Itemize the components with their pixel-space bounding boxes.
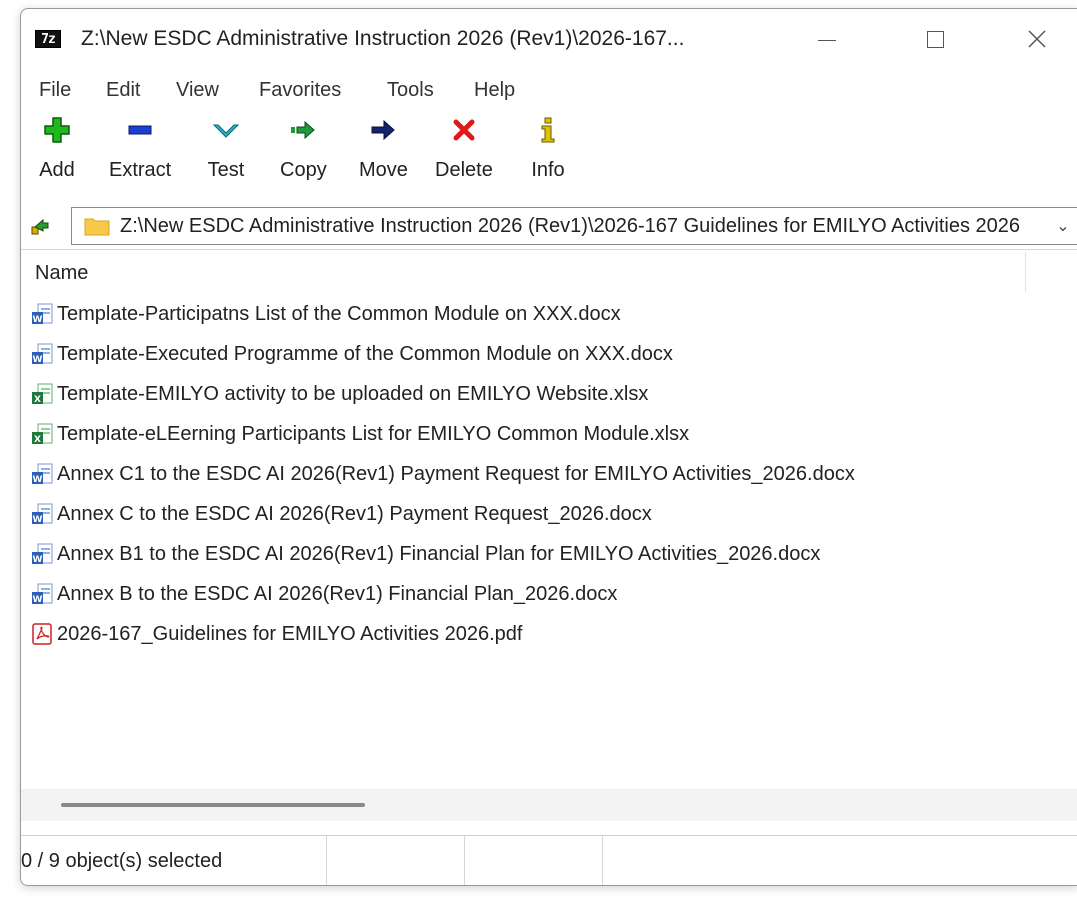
menu-help[interactable]: Help xyxy=(474,79,515,102)
path-text: Z:\New ESDC Administrative Instruction 2… xyxy=(120,214,1021,237)
menu-edit[interactable]: Edit xyxy=(106,79,140,102)
menu-favorites[interactable]: Favorites xyxy=(259,79,341,102)
file-name: Annex B to the ESDC AI 2026(Rev1) Financ… xyxy=(57,582,618,605)
horizontal-scrollbar[interactable] xyxy=(21,789,1077,821)
column-divider[interactable] xyxy=(1025,252,1026,292)
delete-label: Delete xyxy=(435,159,493,181)
file-name: Annex C to the ESDC AI 2026(Rev1) Paymen… xyxy=(57,502,652,525)
file-name: Template-eLEerning Participants List for… xyxy=(57,422,690,445)
delete-icon xyxy=(453,119,475,141)
file-name: Annex B1 to the ESDC AI 2026(Rev1) Finan… xyxy=(57,542,821,565)
delete-button[interactable]: Delete xyxy=(435,113,493,193)
selection-status: 0 / 9 object(s) selected xyxy=(21,850,223,872)
svg-text:W: W xyxy=(33,475,43,485)
toolbar: Add Extract Test Copy Move Delete Info xyxy=(21,113,1077,193)
svg-text:W: W xyxy=(33,355,43,365)
add-button[interactable]: Add xyxy=(37,113,77,193)
file-row[interactable]: W Template-Participatns List of the Commo… xyxy=(21,294,1077,334)
test-button[interactable]: Test xyxy=(206,113,246,193)
excel-file-icon: X xyxy=(31,383,53,405)
file-rows: W Template-Participatns List of the Commo… xyxy=(21,294,1077,654)
folder-up-icon[interactable] xyxy=(29,215,51,237)
minimize-icon xyxy=(818,39,836,41)
maximize-button[interactable] xyxy=(911,21,959,57)
status-cell-size xyxy=(326,836,465,885)
status-cell-selection: 0 / 9 object(s) selected xyxy=(21,836,327,885)
file-row[interactable]: W Annex C1 to the ESDC AI 2026(Rev1) Paym… xyxy=(21,454,1077,494)
svg-text:W: W xyxy=(33,555,43,565)
chevron-down-icon[interactable]: ⌄ xyxy=(1048,216,1077,236)
word-file-icon: W xyxy=(31,503,53,525)
maximize-icon xyxy=(926,30,944,48)
copy-icon xyxy=(291,120,316,140)
info-icon xyxy=(541,117,555,143)
word-file-icon: W xyxy=(31,463,53,485)
menu-file[interactable]: File xyxy=(39,79,71,102)
add-label: Add xyxy=(39,159,75,181)
add-icon xyxy=(44,117,70,143)
scrollbar-thumb[interactable] xyxy=(61,803,365,807)
7zip-app-icon: 7z xyxy=(35,30,61,48)
file-row[interactable]: W Annex B1 to the ESDC AI 2026(Rev1) Fina… xyxy=(21,534,1077,574)
word-file-icon: W xyxy=(31,543,53,565)
title-bar[interactable]: 7z Z:\New ESDC Administrative Instructio… xyxy=(21,9,1077,69)
test-label: Test xyxy=(207,159,245,181)
close-button[interactable] xyxy=(1013,21,1061,57)
info-button[interactable]: Info xyxy=(528,113,568,193)
address-bar: Z:\New ESDC Administrative Instruction 2… xyxy=(21,207,1077,247)
extract-label: Extract xyxy=(109,159,172,181)
file-name: Template-Executed Programme of the Commo… xyxy=(57,342,673,365)
svg-text:W: W xyxy=(33,515,43,525)
svg-text:W: W xyxy=(33,315,43,325)
svg-text:W: W xyxy=(33,595,43,605)
excel-file-icon: X xyxy=(31,423,53,445)
column-header-name[interactable]: Name xyxy=(35,262,88,285)
file-row[interactable]: X Template-eLEerning Participants List fo… xyxy=(21,414,1077,454)
path-combobox[interactable]: Z:\New ESDC Administrative Instruction 2… xyxy=(71,207,1077,245)
svg-text:X: X xyxy=(34,395,41,405)
file-list[interactable]: Name W Template-Participatns List of the … xyxy=(21,249,1077,790)
move-label: Move xyxy=(359,159,408,181)
file-name: Template-EMILYO activity to be uploaded … xyxy=(57,382,649,405)
word-file-icon: W xyxy=(31,303,53,325)
close-icon xyxy=(1028,30,1046,48)
copy-label: Copy xyxy=(280,159,327,181)
extract-icon xyxy=(128,125,152,135)
file-name: Template-Participatns List of the Common… xyxy=(57,302,621,325)
menu-view[interactable]: View xyxy=(176,79,219,102)
copy-button[interactable]: Copy xyxy=(280,113,327,193)
file-row[interactable]: 2026-167_Guidelines for EMILYO Activitie… xyxy=(21,614,1077,654)
file-name: 2026-167_Guidelines for EMILYO Activitie… xyxy=(57,622,523,645)
menu-tools[interactable]: Tools xyxy=(387,79,434,102)
move-icon xyxy=(371,119,396,141)
move-button[interactable]: Move xyxy=(359,113,408,193)
minimize-button[interactable] xyxy=(803,21,851,57)
file-row[interactable]: X Template-EMILYO activity to be uploaded… xyxy=(21,374,1077,414)
status-cell-modified xyxy=(464,836,603,885)
extract-button[interactable]: Extract xyxy=(109,113,171,193)
word-file-icon: W xyxy=(31,583,53,605)
test-icon xyxy=(212,124,240,138)
info-label: Info xyxy=(531,159,565,181)
app-window: 7z Z:\New ESDC Administrative Instructio… xyxy=(20,8,1077,886)
word-file-icon: W xyxy=(31,343,53,365)
file-row[interactable]: W Annex C to the ESDC AI 2026(Rev1) Payme… xyxy=(21,494,1077,534)
svg-text:X: X xyxy=(34,435,41,445)
menu-bar: File Edit View Favorites Tools Help xyxy=(21,75,1077,105)
status-bar: 0 / 9 object(s) selected xyxy=(21,835,1077,885)
file-name: Annex C1 to the ESDC AI 2026(Rev1) Payme… xyxy=(57,462,855,485)
window-title: Z:\New ESDC Administrative Instruction 2… xyxy=(81,27,685,50)
file-row[interactable]: W Template-Executed Programme of the Comm… xyxy=(21,334,1077,374)
file-row[interactable]: W Annex B to the ESDC AI 2026(Rev1) Finan… xyxy=(21,574,1077,614)
list-header: Name xyxy=(21,250,1077,294)
pdf-file-icon xyxy=(31,623,53,645)
folder-icon xyxy=(84,218,110,236)
